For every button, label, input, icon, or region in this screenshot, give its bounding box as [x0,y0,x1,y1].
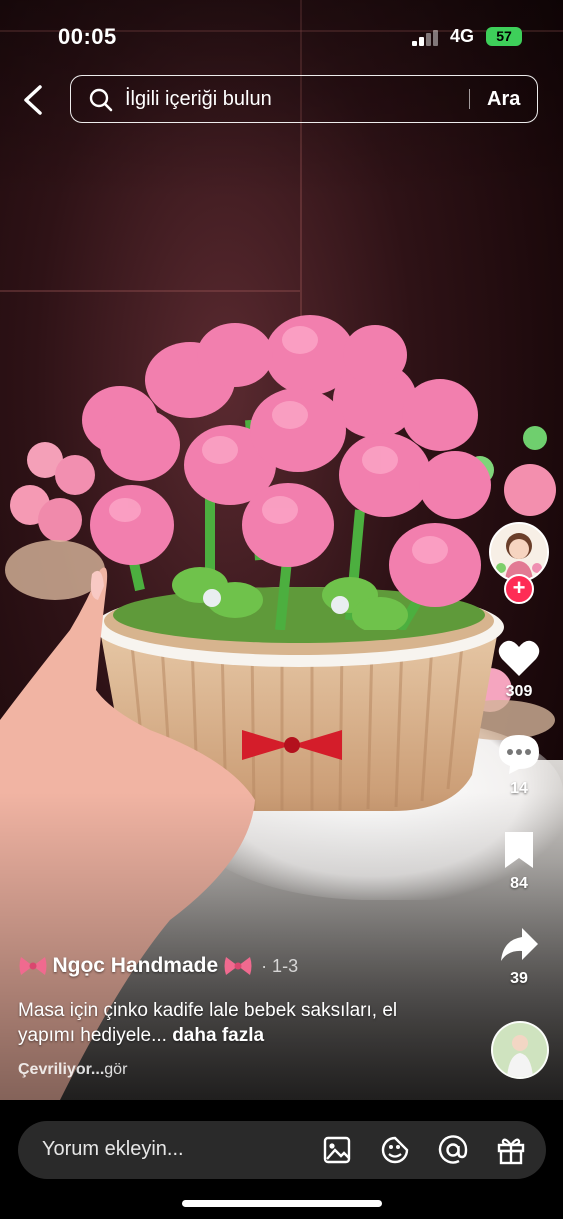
translation-status: Çevriliyor... [18,1061,105,1078]
follow-button[interactable]: + [504,574,534,604]
comment-count: 14 [510,780,528,797]
bottom-bar: Yorum ekleyin... [0,1100,563,1219]
status-bar: 00:05 4G 57 [0,24,563,54]
video-frame[interactable] [0,0,563,1100]
see-more-link[interactable]: daha fazla [172,1025,264,1046]
gift-icon[interactable] [495,1134,527,1166]
video-vignette [0,0,563,1100]
like-action[interactable]: 309 [489,638,549,701]
search-input[interactable]: İlgili içeriği bulun [125,88,272,111]
comment-placeholder: Yorum ekleyin... [42,1138,184,1160]
post-caption[interactable]: Masa için çinko kadife lale bebek saksıl… [18,998,458,1048]
comment-input[interactable]: Yorum ekleyin... [18,1121,546,1179]
battery-icon: 57 [486,27,522,46]
search-icon [89,88,113,112]
back-icon[interactable] [20,84,48,116]
battery-level: 57 [496,28,512,44]
author-row[interactable]: Ngọc Handmade · 1-3 [18,953,298,983]
search-bar[interactable]: İlgili içeriği bulun Ara [70,75,538,123]
creator-avatar[interactable] [489,522,549,582]
translation-tail: gör [104,1061,128,1078]
signal-icon [412,30,442,46]
share-count: 39 [510,970,528,987]
home-indicator[interactable] [182,1200,382,1207]
status-time: 00:05 [58,24,117,49]
heart-icon [498,640,540,676]
like-count: 309 [505,683,533,700]
share-icon [501,928,538,961]
post-date: · 1-3 [261,955,299,976]
ribbon-icon [224,957,252,975]
network-type: 4G [450,26,475,46]
search-button[interactable]: Ara [487,88,520,111]
share-action[interactable]: 39 [489,925,549,988]
translation-link[interactable]: Çevriliyor...gör [18,1061,127,1079]
author-name[interactable]: Ngọc Handmade [52,954,218,977]
save-action[interactable]: 84 [489,830,549,893]
comment-action[interactable]: 14 [489,733,549,798]
save-count: 84 [510,875,528,892]
comment-icon [499,735,539,774]
mention-icon[interactable] [437,1134,469,1166]
ribbon-icon [19,957,47,975]
image-icon[interactable] [321,1134,353,1166]
music-disc-avatar[interactable] [491,1021,549,1079]
emoji-icon[interactable] [379,1134,411,1166]
bookmark-icon [505,832,533,868]
search-divider [469,89,470,109]
